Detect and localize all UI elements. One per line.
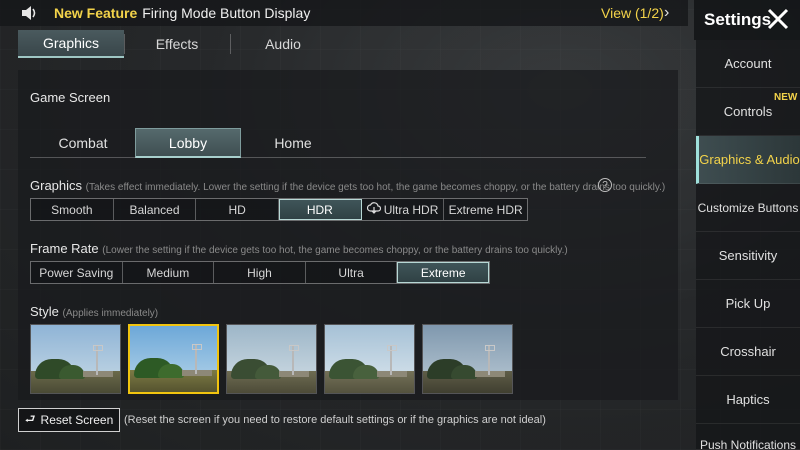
thumb-tower xyxy=(93,345,103,375)
frame-rate-option-power-saving[interactable]: Power Saving xyxy=(31,262,123,283)
game-screen-subtabs: Combat Lobby Home xyxy=(30,128,646,158)
speaker-icon xyxy=(0,0,38,26)
style-option-realistic[interactable] xyxy=(226,324,317,394)
sidebar-item-push-notifications[interactable]: Push Notifications xyxy=(696,424,800,450)
thumb-tower xyxy=(289,345,299,375)
help-icon[interactable]: ? xyxy=(598,178,612,192)
notice-feature-label: New Feature xyxy=(54,5,138,21)
graphics-option-balanced[interactable]: Balanced xyxy=(113,199,197,220)
settings-title: Settings xyxy=(704,10,772,29)
thumb-trees xyxy=(255,365,281,379)
graphics-option-smooth[interactable]: Smooth xyxy=(31,199,114,220)
undo-icon: ⮐ xyxy=(24,411,36,426)
graphics-option-hd[interactable]: HD xyxy=(196,199,280,220)
settings-tabs: Graphics Effects Audio xyxy=(18,30,678,58)
frame-rate-title: Frame Rate xyxy=(30,241,99,256)
thumb-house xyxy=(475,371,505,377)
style-option-colorful[interactable] xyxy=(128,324,219,394)
sidebar-item-crosshair[interactable]: Crosshair xyxy=(696,328,800,376)
feature-notice-bar[interactable]: New Feature Firing Mode Button Display V… xyxy=(0,0,688,26)
new-badge: NEW xyxy=(774,92,798,103)
frame-rate-note: (Lower the setting if the device gets to… xyxy=(102,245,568,256)
frame-rate-option-medium[interactable]: Medium xyxy=(122,262,215,283)
settings-header: Settings xyxy=(694,0,800,40)
sidebar-item-controls-label: Controls xyxy=(723,104,773,119)
frame-rate-option-extreme[interactable]: Extreme xyxy=(397,262,489,283)
settings-sidebar: Account NEW Controls Graphics & Audio Cu… xyxy=(696,40,800,450)
graphics-heading: Graphics (Takes effect immediately. Lowe… xyxy=(30,178,665,193)
thumb-house xyxy=(279,371,309,377)
graphics-note: (Takes effect immediately. Lower the set… xyxy=(85,182,666,193)
graphics-option-ultra-hdr[interactable]: Ultra HDR xyxy=(361,199,445,220)
ultra-hdr-label: Ultra HDR xyxy=(383,202,439,217)
style-heading: Style (Applies immediately) xyxy=(30,304,158,319)
style-option-soft[interactable] xyxy=(324,324,415,394)
thumb-tower xyxy=(387,345,397,375)
frame-rate-heading: Frame Rate (Lower the setting if the dev… xyxy=(30,241,568,256)
sidebar-item-haptics[interactable]: Haptics xyxy=(696,376,800,424)
graphics-quality-selector: Smooth Balanced HD HDR Ultra HDR Extreme… xyxy=(30,198,528,221)
sidebar-item-controls[interactable]: NEW Controls xyxy=(696,88,800,136)
subtab-combat[interactable]: Combat xyxy=(30,128,136,158)
frame-rate-option-high[interactable]: High xyxy=(214,262,306,283)
style-option-classic[interactable] xyxy=(30,324,121,394)
reset-screen-label: Reset Screen xyxy=(40,413,114,427)
graphics-option-extreme-hdr[interactable]: Extreme HDR xyxy=(444,199,528,220)
frame-rate-option-ultra[interactable]: Ultra xyxy=(305,262,398,283)
thumb-trees xyxy=(451,365,477,379)
game-screen-title: Game Screen xyxy=(30,90,111,105)
thumb-trees xyxy=(353,365,379,379)
thumb-tower xyxy=(485,345,495,375)
reset-screen-button[interactable]: ⮐ Reset Screen xyxy=(18,408,120,432)
sidebar-item-sensitivity[interactable]: Sensitivity xyxy=(696,232,800,280)
chevron-right-icon[interactable]: › xyxy=(664,4,669,22)
notice-message: Firing Mode Button Display xyxy=(142,5,311,21)
subtab-lobby[interactable]: Lobby xyxy=(135,128,241,158)
style-title: Style xyxy=(30,304,59,319)
thumb-trees xyxy=(158,364,184,378)
cloud-download-icon xyxy=(366,202,381,217)
sidebar-item-pick-up[interactable]: Pick Up xyxy=(696,280,800,328)
thumb-trees xyxy=(59,365,85,379)
tab-graphics[interactable]: Graphics xyxy=(18,30,124,58)
tab-effects[interactable]: Effects xyxy=(124,30,230,58)
sidebar-item-customize-buttons[interactable]: Customize Buttons xyxy=(696,184,800,232)
graphics-title: Graphics xyxy=(30,178,83,193)
reset-screen-note: (Reset the screen if you need to restore… xyxy=(124,414,546,426)
style-option-movie[interactable] xyxy=(422,324,513,394)
graphics-option-hdr[interactable]: HDR xyxy=(279,199,362,220)
subtab-home[interactable]: Home xyxy=(240,128,346,158)
frame-rate-selector: Power Saving Medium High Ultra Extreme xyxy=(30,261,490,284)
style-note: (Applies immediately) xyxy=(62,308,159,319)
sidebar-item-graphics-audio[interactable]: Graphics & Audio xyxy=(696,136,800,184)
thumb-tower xyxy=(192,344,202,374)
notice-view-link[interactable]: View (1/2) xyxy=(601,5,664,21)
thumb-house xyxy=(83,371,113,377)
close-icon[interactable] xyxy=(766,7,790,31)
thumb-house xyxy=(182,370,212,376)
sidebar-item-account[interactable]: Account xyxy=(696,40,800,88)
thumb-house xyxy=(377,371,407,377)
tab-audio[interactable]: Audio xyxy=(230,30,336,58)
